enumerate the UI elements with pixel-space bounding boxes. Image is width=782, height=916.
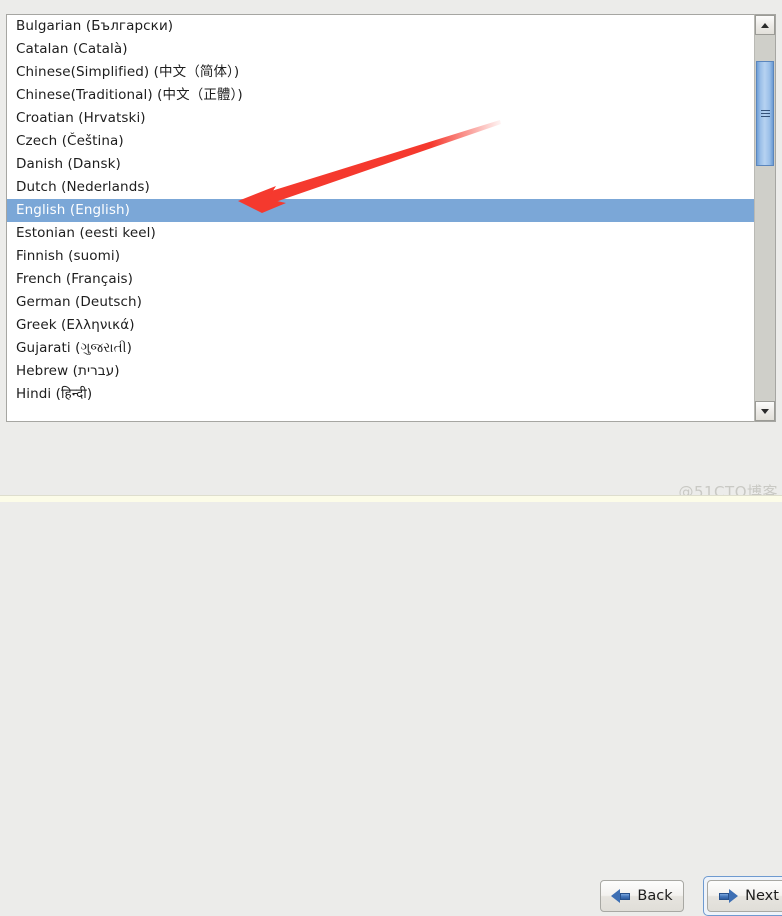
language-list-item[interactable]: Hindi (हिन्दी) bbox=[7, 383, 754, 406]
chevron-down-icon bbox=[761, 408, 769, 414]
language-selection-panel: Bulgarian (Български) Catalan (Català) Chi… bbox=[6, 14, 776, 422]
language-list-item-selected[interactable]: English (English) bbox=[7, 199, 754, 222]
wizard-button-bar: Back Next bbox=[0, 430, 782, 916]
window-top-spacer bbox=[0, 0, 782, 13]
language-list-item[interactable]: Chinese(Simplified) (中文（简体）) bbox=[7, 61, 754, 84]
scrollbar-down-button[interactable] bbox=[755, 401, 775, 421]
language-selection-list[interactable]: Bulgarian (Български) Catalan (Català) Chi… bbox=[6, 14, 754, 422]
language-list-item[interactable]: Estonian (eesti keel) bbox=[7, 222, 754, 245]
language-list-item[interactable]: Catalan (Català) bbox=[7, 38, 754, 61]
language-list-item[interactable]: Greek (Ελληνικά) bbox=[7, 314, 754, 337]
language-list-scrollbar[interactable] bbox=[754, 14, 776, 422]
language-list-item[interactable]: Czech (Čeština) bbox=[7, 130, 754, 153]
arrow-right-icon bbox=[719, 888, 739, 904]
language-list-item[interactable]: French (Français) bbox=[7, 268, 754, 291]
back-button-label: Back bbox=[637, 888, 673, 904]
language-list-item[interactable]: Bulgarian (Български) bbox=[7, 15, 754, 38]
bottom-color-strip bbox=[0, 495, 782, 502]
language-list-item[interactable]: Gujarati (ગુજરાતી) bbox=[7, 337, 754, 360]
back-button[interactable]: Back bbox=[600, 880, 684, 912]
arrow-left-icon bbox=[611, 888, 631, 904]
next-button-label: Next bbox=[745, 888, 779, 904]
scrollbar-thumb[interactable] bbox=[756, 61, 774, 166]
chevron-up-icon bbox=[761, 22, 769, 28]
language-list-item[interactable]: Croatian (Hrvatski) bbox=[7, 107, 754, 130]
scrollbar-grip-icon bbox=[760, 108, 770, 119]
language-list-item[interactable]: Hebrew (עברית) bbox=[7, 360, 754, 383]
language-list-item[interactable]: German (Deutsch) bbox=[7, 291, 754, 314]
language-list-item[interactable]: Chinese(Traditional) (中文（正體）) bbox=[7, 84, 754, 107]
next-button[interactable]: Next bbox=[707, 880, 782, 912]
language-list-item[interactable]: Danish (Dansk) bbox=[7, 153, 754, 176]
installer-window: Bulgarian (Български) Catalan (Català) Chi… bbox=[0, 0, 782, 916]
scrollbar-up-button[interactable] bbox=[755, 15, 775, 35]
language-list-item[interactable]: Finnish (suomi) bbox=[7, 245, 754, 268]
language-list-item[interactable]: Dutch (Nederlands) bbox=[7, 176, 754, 199]
